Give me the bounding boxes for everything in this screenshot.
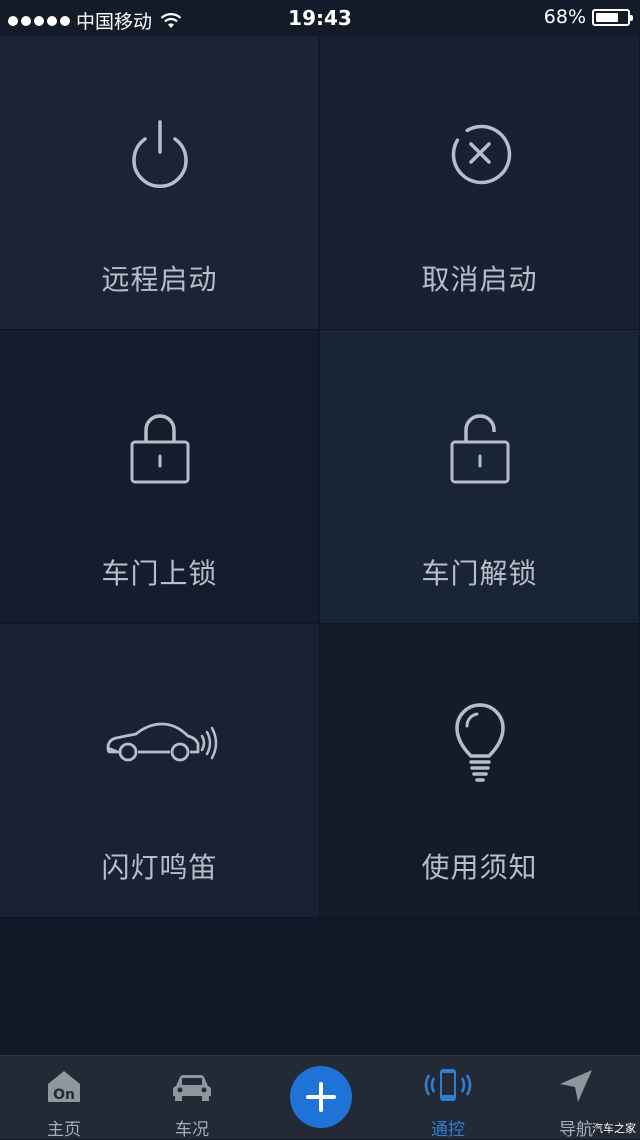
tile-label: 闪灯鸣笛 [101, 851, 218, 884]
tab-vehicle-status[interactable]: 车况 [128, 1056, 256, 1140]
tile-label: 使用须知 [421, 851, 538, 884]
remote-start-tile[interactable]: 远程启动 [0, 36, 320, 330]
watermark: 汽车之家 [592, 1122, 636, 1135]
home-on-icon: On [48, 1071, 80, 1103]
battery-icon [592, 8, 633, 26]
phone-remote-icon [424, 1069, 472, 1101]
car-horn-icon [100, 696, 220, 786]
door-lock-tile[interactable]: 车门上锁 [0, 330, 320, 624]
empty-area [0, 918, 640, 1055]
flash-horn-tile[interactable]: 闪灯鸣笛 [0, 624, 320, 918]
tile-label: 车门解锁 [421, 557, 538, 590]
status-right: 68% [543, 6, 633, 28]
battery-percent: 68% [543, 6, 586, 28]
power-icon [115, 108, 205, 198]
car-icon [173, 1075, 211, 1101]
tab-label: 主页 [47, 1120, 81, 1140]
door-unlock-tile[interactable]: 车门解锁 [320, 330, 640, 624]
navigation-arrow-icon [560, 1070, 592, 1102]
lightbulb-icon [435, 696, 525, 786]
tab-home[interactable]: On 主页 [0, 1056, 128, 1140]
lock-closed-icon [115, 402, 205, 492]
lock-open-icon [435, 402, 525, 492]
cancel-start-tile[interactable]: 取消启动 [320, 36, 640, 330]
plus-button[interactable] [290, 1066, 352, 1128]
tab-label: 车况 [175, 1120, 209, 1140]
svg-text:On: On [53, 1087, 75, 1103]
cancel-circle-icon [435, 108, 525, 198]
tab-label: 通控 [431, 1120, 465, 1140]
tab-remote-control[interactable]: 通控 [384, 1056, 512, 1140]
tile-label: 取消启动 [421, 263, 538, 296]
tile-label: 远程启动 [101, 263, 218, 296]
remote-control-grid: 远程启动 取消启动 车门上锁 车门解锁 闪灯鸣笛 使用须知 [0, 36, 640, 918]
tile-label: 车门上锁 [101, 557, 218, 590]
usage-notes-tile[interactable]: 使用须知 [320, 624, 640, 918]
status-bar: 中国移动 19:43 68% [0, 0, 640, 36]
